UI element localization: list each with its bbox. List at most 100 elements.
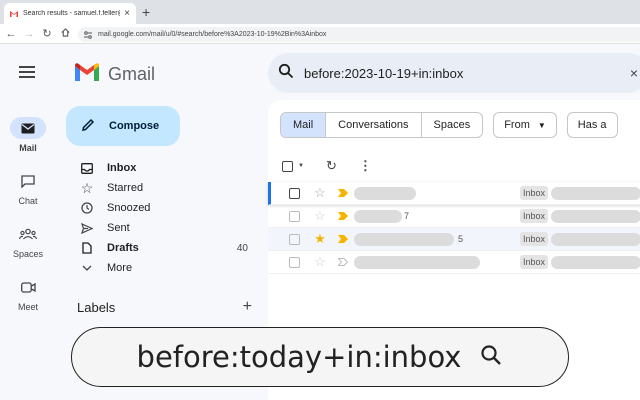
chat-icon (10, 170, 46, 192)
inbox-label-tag[interactable]: Inbox (520, 232, 549, 246)
sender-redacted (354, 255, 520, 269)
email-row[interactable]: ★ 5 Inbox (268, 228, 640, 251)
email-row[interactable]: ☆ 7 Inbox (268, 205, 640, 228)
has-attachment-chip[interactable]: Has a (566, 112, 618, 138)
rail-item-meet[interactable]: Meet (0, 276, 56, 312)
drafts-count: 40 (236, 242, 248, 254)
list-toolbar: ▼ ↻ ⋮ (282, 158, 372, 174)
inbox-label-tag[interactable]: Inbox (520, 209, 549, 223)
compose-button[interactable]: Compose (66, 106, 180, 146)
segment-spaces[interactable]: Spaces (422, 113, 483, 137)
folder-list: Inbox ☆ Starred Snoozed Sent Drafts 40 M… (68, 158, 258, 278)
type-segmented-control: Mail Conversations Spaces (280, 112, 484, 138)
folder-label: Sent (107, 222, 130, 234)
caret-down-icon: ▼ (537, 120, 546, 130)
logo-text: Gmail (108, 64, 156, 84)
clear-search-icon[interactable]: × (630, 65, 638, 81)
folder-sent[interactable]: Sent (68, 218, 258, 238)
segment-mail[interactable]: Mail (281, 113, 327, 137)
gmail-logo[interactable]: Gmail (74, 62, 155, 87)
star-toggle-icon[interactable]: ☆ (308, 185, 332, 201)
gmail-m-icon (74, 62, 100, 87)
folder-inbox[interactable]: Inbox (68, 158, 258, 178)
rail-item-chat[interactable]: Chat (0, 170, 56, 206)
url-text: mail.google.com/mail/u/0/#search/before%… (98, 31, 327, 38)
search-icon (479, 343, 503, 372)
mail-icon (10, 117, 46, 139)
select-all-checkbox[interactable] (282, 160, 293, 172)
thread-count: 5 (458, 234, 464, 244)
subject-redacted (551, 209, 640, 223)
more-options-icon[interactable]: ⋮ (359, 158, 372, 174)
subject-redacted (551, 255, 640, 269)
send-icon (80, 221, 94, 235)
browser-tab[interactable]: Search results - samuel.f.feller@ × (4, 3, 136, 24)
pencil-icon (81, 118, 109, 135)
address-bar[interactable]: mail.google.com/mail/u/0/#search/before%… (78, 27, 640, 42)
inbox-label-tag[interactable]: Inbox (520, 255, 549, 269)
search-bar[interactable]: before:2023-10-19+in:inbox × (268, 53, 640, 93)
browser-tab-bar: Search results - samuel.f.feller@ × + (0, 0, 640, 24)
clock-icon (80, 201, 94, 215)
important-marker-icon[interactable] (332, 212, 354, 220)
main-menu-icon[interactable] (19, 66, 35, 78)
from-filter-chip[interactable]: From ▼ (493, 112, 557, 138)
home-icon[interactable] (56, 27, 74, 40)
folder-label: Snoozed (107, 202, 151, 214)
sender-redacted: 7 (354, 209, 520, 223)
meet-icon (10, 276, 46, 298)
compose-label: Compose (109, 120, 160, 132)
email-row[interactable]: ☆ Inbox (268, 182, 640, 205)
starred-icon[interactable]: ★ (308, 231, 332, 247)
star-toggle-icon[interactable]: ☆ (308, 254, 332, 270)
rail-label-chat: Chat (18, 196, 38, 206)
folder-drafts[interactable]: Drafts 40 (68, 238, 258, 258)
star-toggle-icon[interactable]: ☆ (308, 208, 332, 224)
chevron-down-icon (80, 261, 94, 275)
forward-icon[interactable]: → (20, 28, 38, 40)
spaces-icon (10, 223, 46, 245)
new-tab-button[interactable]: + (142, 4, 150, 20)
gmail-favicon-icon (10, 10, 18, 17)
row-checkbox[interactable] (289, 210, 300, 222)
has-chip-label: Has a (577, 119, 607, 131)
inbox-label-tag[interactable]: Inbox (520, 186, 549, 200)
thread-count: 7 (404, 211, 410, 221)
folder-label: Drafts (107, 242, 139, 254)
draft-icon (80, 241, 94, 255)
email-row[interactable]: ☆ Inbox (268, 251, 640, 274)
browser-toolbar: ← → ↻ mail.google.com/mail/u/0/#search/b… (0, 24, 640, 44)
select-dropdown-icon[interactable]: ▼ (298, 163, 304, 169)
important-marker-icon[interactable] (332, 189, 354, 197)
segment-conversations[interactable]: Conversations (326, 113, 422, 137)
search-input[interactable]: before:2023-10-19+in:inbox (304, 66, 463, 81)
important-marker-icon[interactable] (332, 235, 354, 243)
site-info-icon[interactable] (84, 30, 92, 39)
rail-label-mail: Mail (19, 143, 37, 153)
inbox-icon (80, 161, 94, 175)
rail-item-spaces[interactable]: Spaces (0, 223, 56, 259)
rail-label-spaces: Spaces (12, 249, 44, 259)
add-label-button[interactable]: + (243, 299, 252, 315)
sender-redacted (354, 186, 520, 200)
rail-label-meet: Meet (17, 302, 38, 312)
folder-snoozed[interactable]: Snoozed (68, 198, 258, 218)
row-checkbox[interactable] (289, 233, 300, 245)
folder-label: More (107, 262, 133, 274)
tab-close-button[interactable]: × (124, 8, 130, 19)
important-outline-icon[interactable] (332, 258, 354, 266)
refresh-icon[interactable]: ↻ (326, 158, 337, 174)
back-icon[interactable]: ← (2, 28, 20, 40)
folder-more[interactable]: More (68, 258, 258, 278)
star-outline-icon: ☆ (80, 179, 94, 196)
subject-redacted (551, 232, 640, 246)
row-checkbox[interactable] (289, 256, 300, 268)
row-checkbox[interactable] (289, 187, 300, 199)
folder-starred[interactable]: ☆ Starred (68, 178, 258, 198)
reload-icon[interactable]: ↻ (38, 27, 56, 40)
search-icon[interactable] (278, 63, 294, 84)
labels-header: Labels + (77, 299, 252, 316)
rail-item-mail[interactable]: Mail (0, 117, 56, 153)
folder-label: Inbox (107, 162, 137, 174)
tab-title: Search results - samuel.f.feller@ (23, 10, 121, 17)
